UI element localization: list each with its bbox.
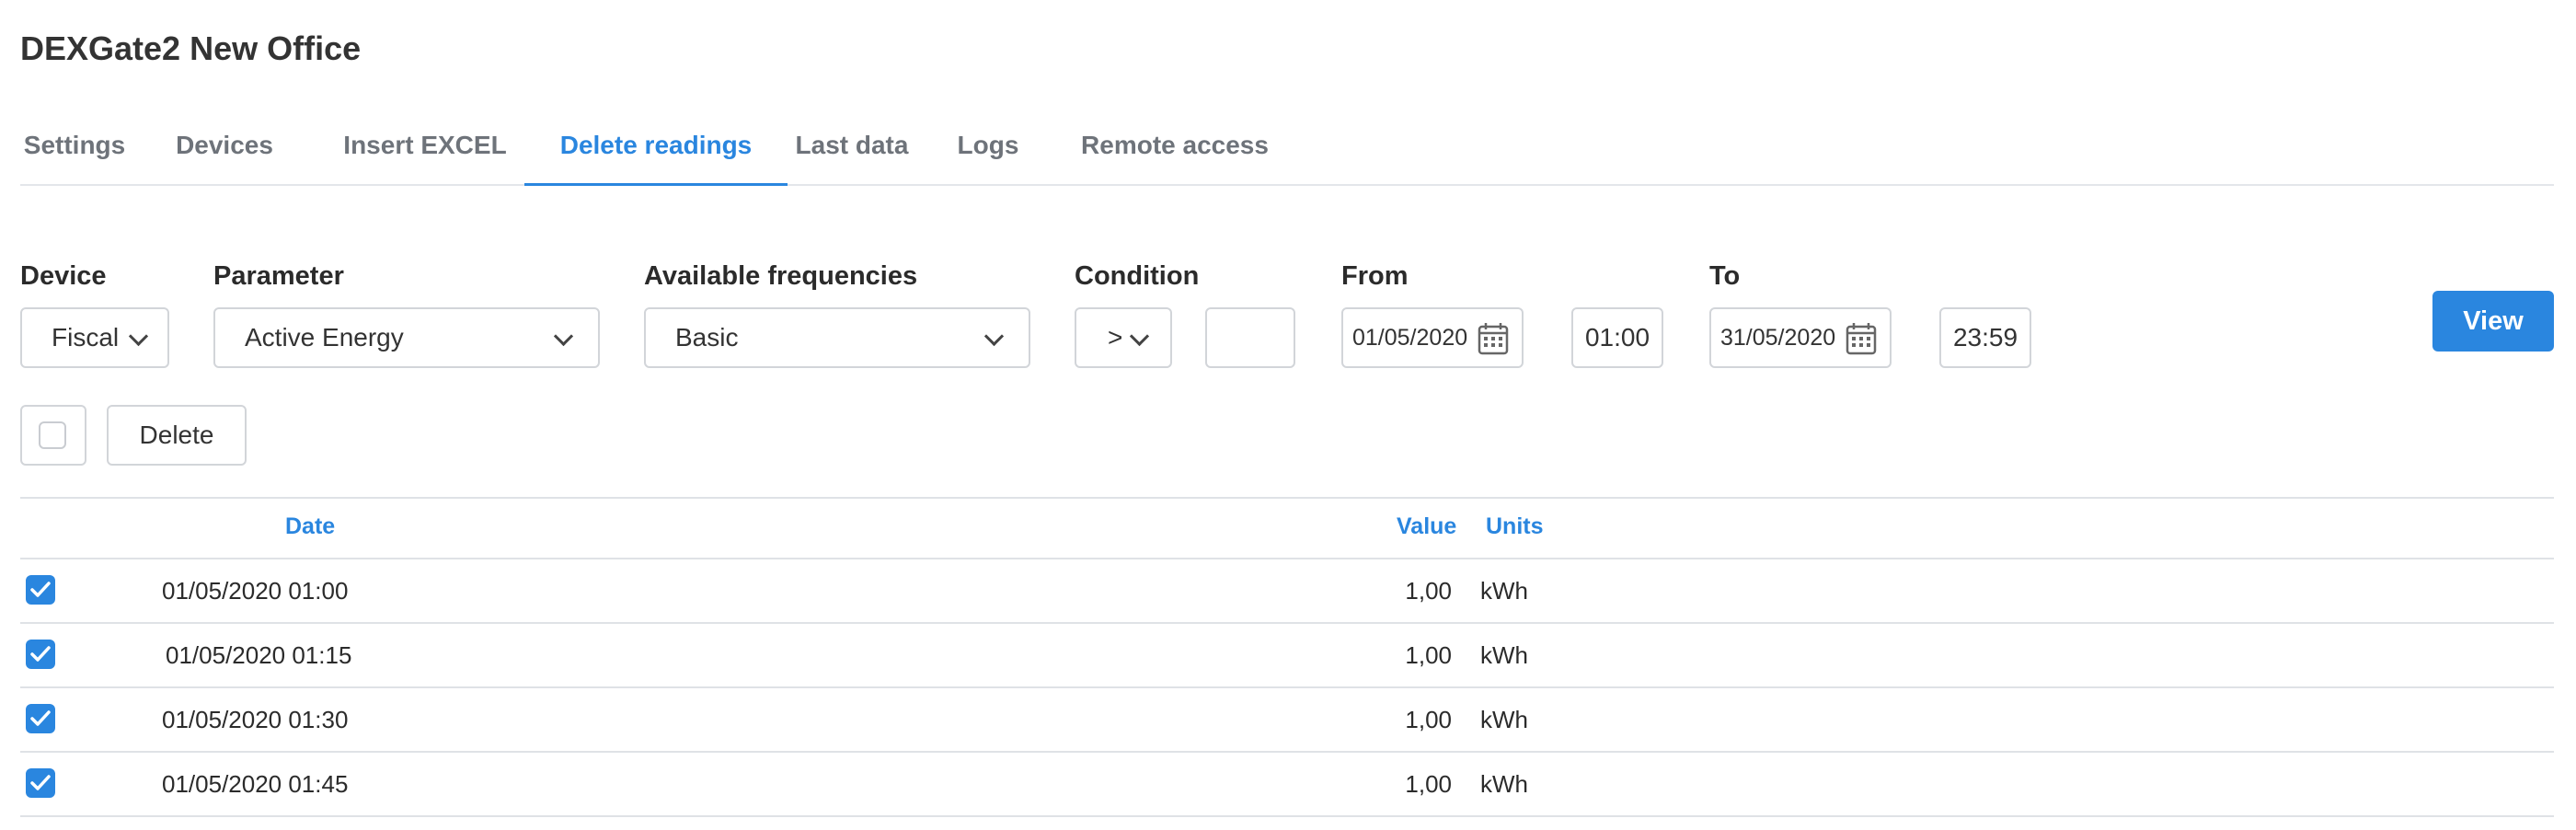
from-label: From [1341, 261, 1409, 291]
from-time-value: 01:00 [1584, 323, 1650, 352]
tab-last-data[interactable]: Last data [789, 107, 914, 184]
row-date: 01/05/2020 01:45 [162, 770, 349, 798]
row-date: 01/05/2020 01:30 [162, 706, 349, 733]
from-date-input[interactable]: 01/05/2020 [1341, 307, 1524, 368]
row-units: kWh [1480, 577, 1528, 605]
condition-select[interactable]: > [1075, 307, 1172, 368]
tab-logs[interactable]: Logs [948, 107, 1029, 184]
row-units: kWh [1480, 706, 1528, 733]
from-date-value: 01/05/2020 [1352, 324, 1468, 351]
device-select-value: Fiscal [52, 323, 120, 352]
condition-select-value: > [1108, 323, 1123, 352]
column-header-units[interactable]: Units [1486, 513, 1544, 540]
table-row: 01/05/2020 01:15 1,00 kWh [20, 623, 2554, 687]
row-checkbox[interactable] [26, 768, 55, 798]
checkmark-icon [30, 582, 51, 597]
condition-label: Condition [1075, 261, 1200, 291]
table-bottom-border [20, 815, 2554, 817]
chevron-down-icon [553, 326, 574, 347]
parameter-select-value: Active Energy [245, 323, 404, 352]
table-row: 01/05/2020 01:30 1,00 kWh [20, 687, 2554, 752]
row-value: 1,00 [1405, 770, 1452, 798]
row-value: 1,00 [1405, 577, 1452, 605]
frequency-label: Available frequencies [644, 261, 918, 291]
row-checkbox[interactable] [26, 704, 55, 733]
column-header-date[interactable]: Date [285, 513, 335, 540]
chevron-down-icon [128, 326, 149, 347]
to-date-input[interactable]: 31/05/2020 [1709, 307, 1892, 368]
table-row: 01/05/2020 01:00 1,00 kWh [20, 559, 2554, 623]
table-row: 01/05/2020 01:45 1,00 kWh [20, 752, 2554, 816]
select-all-checkbox-box [39, 421, 66, 449]
parameter-select[interactable]: Active Energy [213, 307, 600, 368]
row-date: 01/05/2020 01:00 [162, 577, 349, 605]
table-top-border [20, 497, 2554, 499]
frequency-select[interactable]: Basic [644, 307, 1030, 368]
tab-remote-access[interactable]: Remote access [1058, 107, 1292, 184]
column-header-value[interactable]: Value [1397, 513, 1456, 540]
tab-delete-readings[interactable]: Delete readings [524, 107, 788, 186]
condition-value-input[interactable] [1205, 307, 1295, 368]
row-value: 1,00 [1405, 641, 1452, 669]
parameter-label: Parameter [213, 261, 344, 291]
page-title: DEXGate2 New Office [20, 29, 362, 67]
chevron-down-icon [983, 326, 1005, 347]
select-all-checkbox[interactable] [20, 405, 86, 466]
calendar-icon[interactable] [1846, 322, 1877, 355]
tab-insert-excel[interactable]: Insert EXCEL [316, 107, 534, 184]
to-time-input[interactable]: 23:59 [1939, 307, 2031, 368]
row-date: 01/05/2020 01:15 [166, 641, 352, 669]
view-button[interactable]: View [2432, 291, 2554, 352]
row-checkbox[interactable] [26, 575, 55, 605]
chevron-down-icon [1129, 326, 1150, 347]
row-value: 1,00 [1405, 706, 1452, 733]
to-date-value: 31/05/2020 [1720, 324, 1836, 351]
frequency-select-value: Basic [675, 323, 739, 352]
calendar-icon[interactable] [1478, 322, 1509, 355]
row-units: kWh [1480, 641, 1528, 669]
to-time-value: 23:59 [1952, 323, 2018, 352]
tab-bar: Settings Devices Insert EXCEL Delete rea… [20, 107, 2554, 186]
tab-settings[interactable]: Settings [20, 107, 129, 184]
device-select[interactable]: Fiscal [20, 307, 169, 368]
checkmark-icon [30, 646, 51, 662]
tab-devices[interactable]: Devices [173, 107, 276, 184]
device-label: Device [20, 261, 107, 291]
delete-button[interactable]: Delete [107, 405, 247, 466]
to-label: To [1709, 261, 1741, 291]
checkmark-icon [30, 775, 51, 790]
from-time-input[interactable]: 01:00 [1571, 307, 1663, 368]
row-units: kWh [1480, 770, 1528, 798]
row-checkbox[interactable] [26, 640, 55, 669]
checkmark-icon [30, 710, 51, 726]
